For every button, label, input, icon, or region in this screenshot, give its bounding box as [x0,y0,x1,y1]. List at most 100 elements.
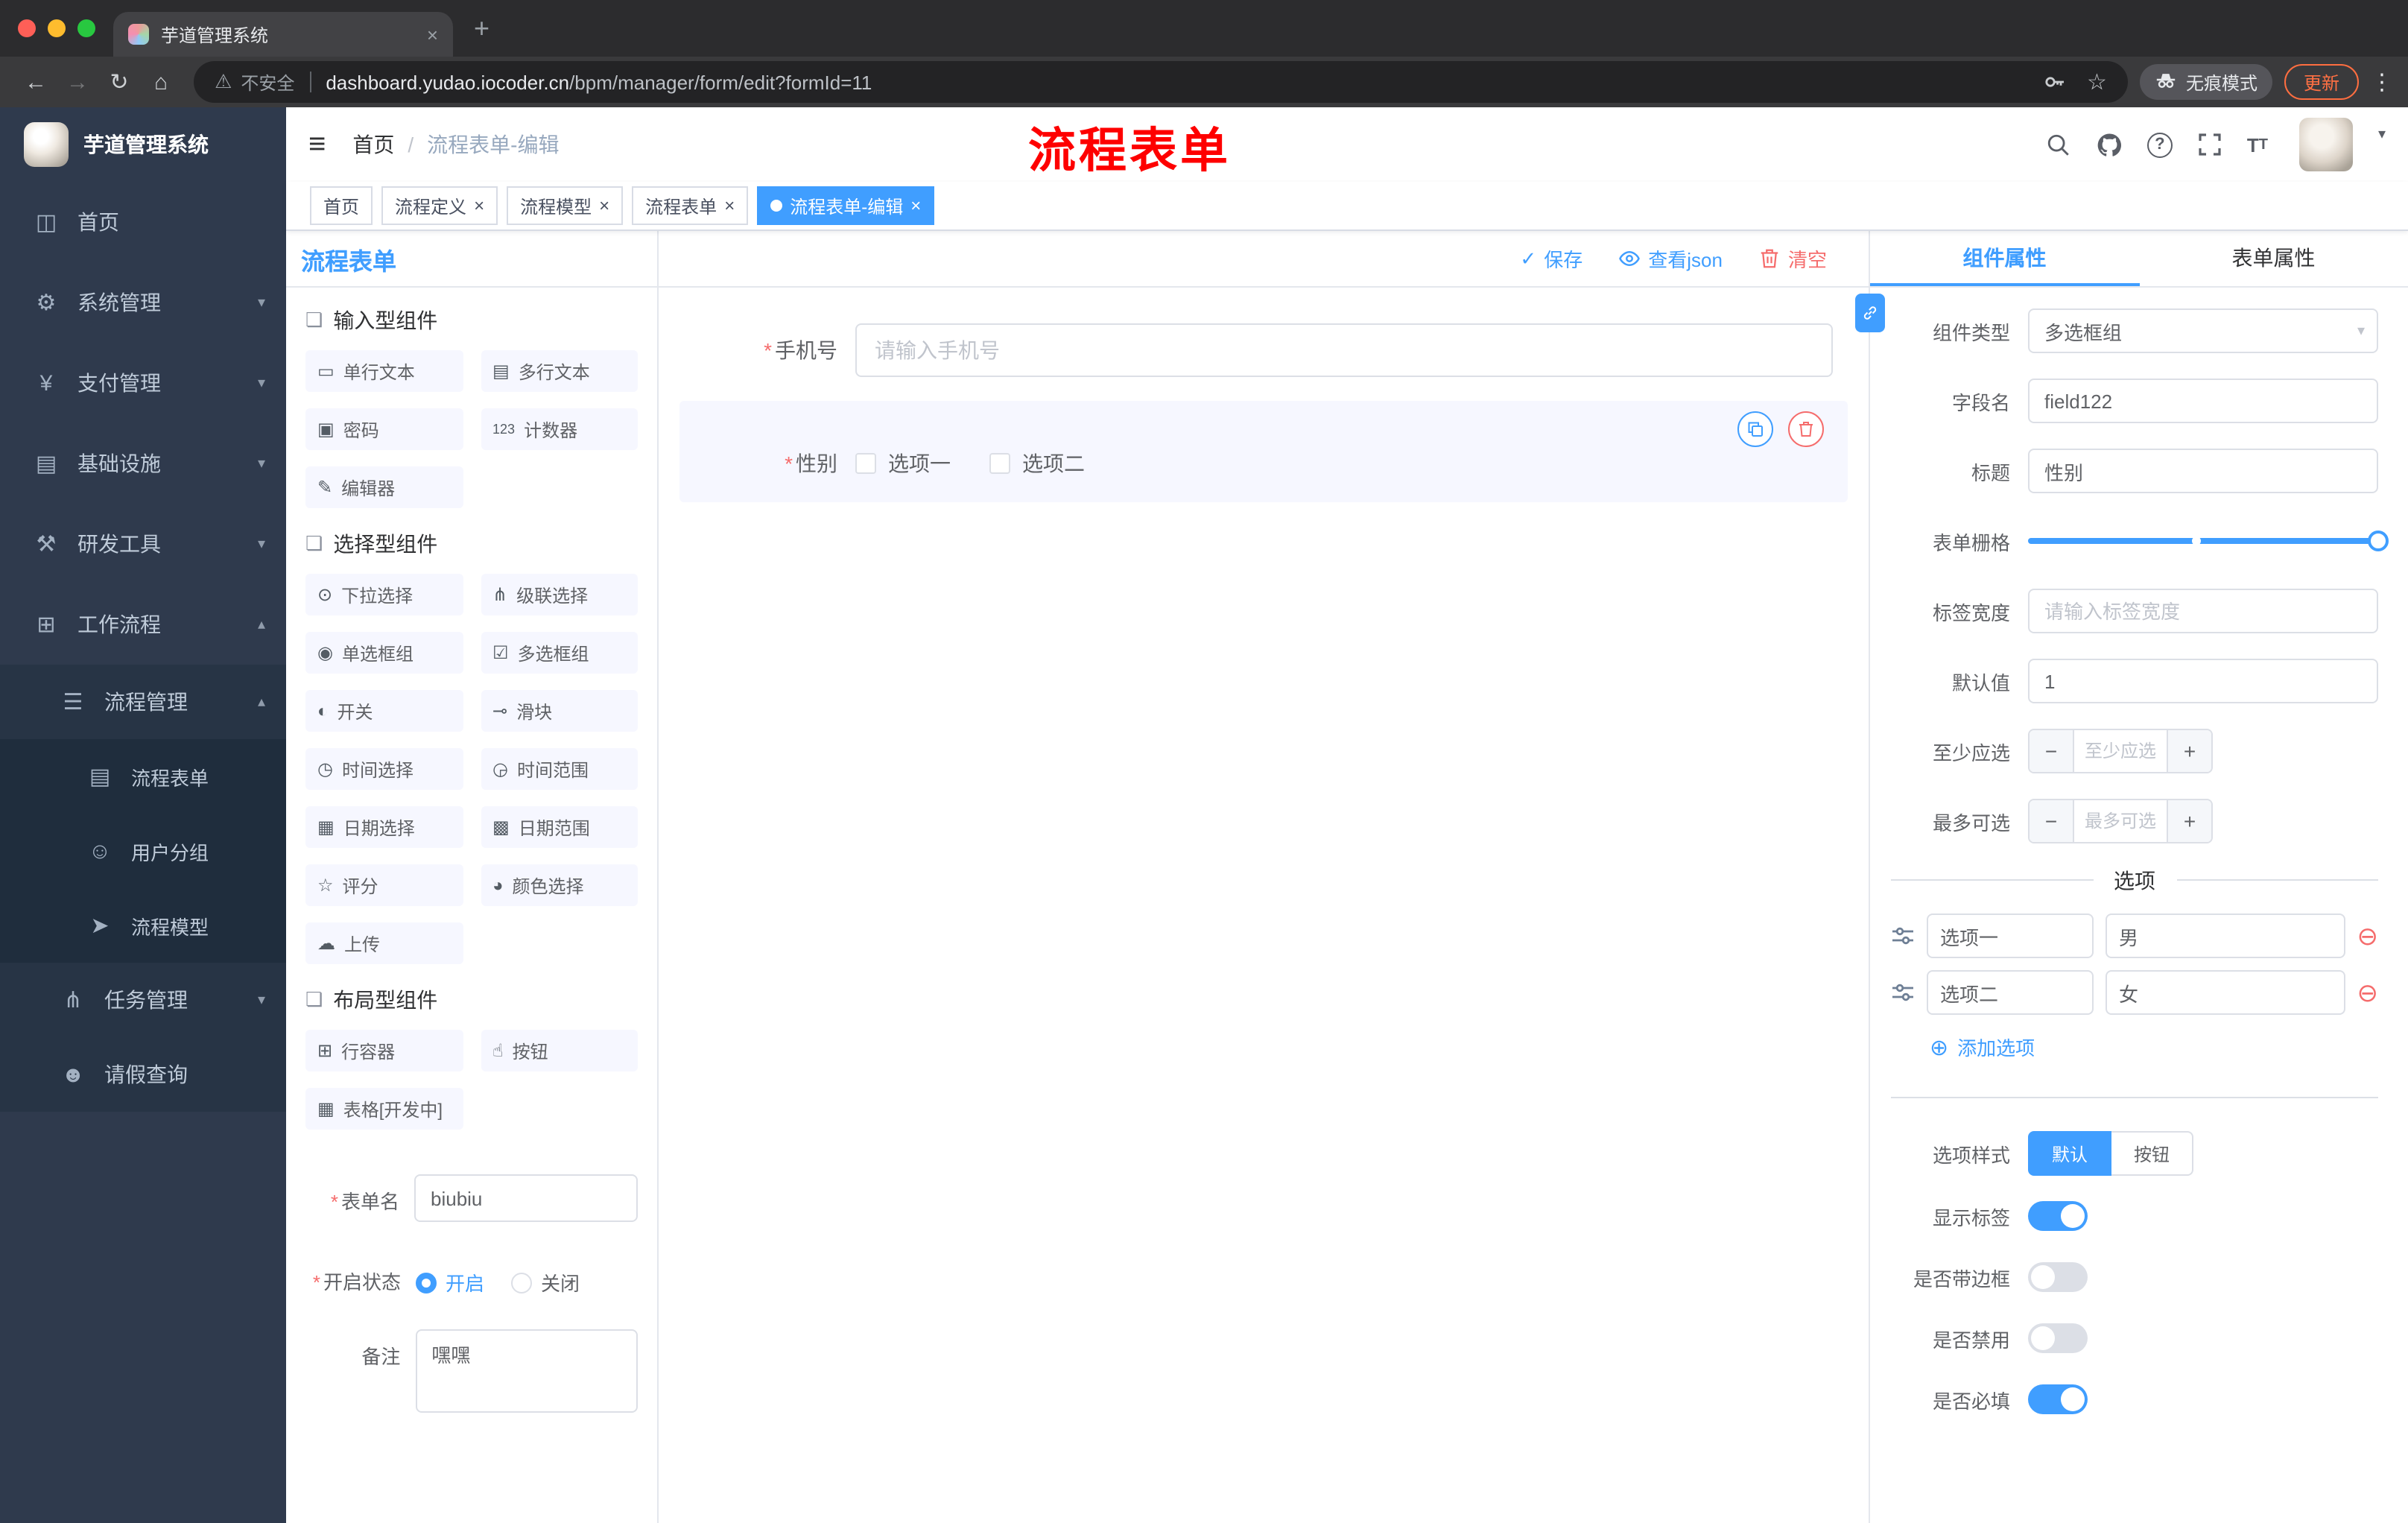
tag-close-icon[interactable]: × [724,197,735,215]
comp-color-picker[interactable]: ◕ 颜色选择 [481,864,638,906]
comp-time-picker[interactable]: ◷ 时间选择 [305,748,463,790]
remove-option-icon[interactable]: ⊖ [2357,923,2379,949]
sidebar-logo[interactable]: 芋道管理系统 [0,107,286,182]
border-switch[interactable] [2028,1262,2088,1292]
comp-time-range[interactable]: ◶ 时间范围 [481,748,638,790]
form-name-input[interactable] [414,1174,638,1222]
label-width-input[interactable] [2028,589,2378,633]
option-1-name-input[interactable] [1927,914,2094,958]
sidebar-item-user-group[interactable]: ☺ 用户分组 [0,814,286,888]
comp-date-picker[interactable]: ▦ 日期选择 [305,806,463,848]
comp-rate[interactable]: ☆ 评分 [305,864,463,906]
remove-option-icon[interactable]: ⊖ [2357,980,2379,1005]
radio-disabled[interactable]: 关闭 [511,1268,580,1296]
search-icon[interactable] [2046,132,2071,157]
tag-close-icon[interactable]: × [910,197,921,215]
browser-tab[interactable]: 芋道管理系统 × [113,12,453,57]
reload-button[interactable]: ↻ [98,61,140,103]
hamburger-icon[interactable]: ≡ [308,127,326,162]
user-avatar[interactable] [2298,118,2353,171]
component-type-select[interactable]: 多选框组 ▾ [2028,308,2378,353]
sidebar-item-process-management[interactable]: ☰ 流程管理 ▴ [0,665,286,739]
sidebar-item-home[interactable]: ◫ 首页 [0,182,286,262]
grid-slider[interactable] [2028,519,2389,563]
comp-textarea[interactable]: ▤ 多行文本 [481,350,638,392]
sidebar-item-system-management[interactable]: ⚙ 系统管理 ▾ [0,262,286,343]
add-option-button[interactable]: ⊕ 添加选项 [1930,1033,2378,1061]
tag-process-definition[interactable]: 流程定义 × [381,186,498,225]
checkbox-option-1[interactable]: 选项一 [855,449,951,478]
sidebar-item-payment-management[interactable]: ¥ 支付管理 ▾ [0,343,286,423]
default-value-input[interactable] [2028,659,2378,703]
option-1-value-input[interactable] [2106,914,2345,958]
drag-handle-icon[interactable] [1891,981,1915,1004]
drawing-board[interactable]: * 手机号 请输入手机号 * 性别 选项一 选项二 [659,288,1869,1523]
increase-button[interactable]: + [2167,730,2211,772]
save-button[interactable]: ✓ 保存 [1520,244,1582,273]
checkbox-option-2[interactable]: 选项二 [989,449,1085,478]
comp-editor[interactable]: ✎ 编辑器 [305,466,463,508]
home-button[interactable]: ⌂ [140,61,182,103]
tag-process-model[interactable]: 流程模型 × [507,186,624,225]
comp-table[interactable]: ▦ 表格[开发中] [305,1088,463,1130]
radio-enabled[interactable]: 开启 [416,1268,484,1296]
security-warning-label[interactable]: 不安全 [241,69,294,95]
back-button[interactable]: ← [15,61,57,103]
tab-close-icon[interactable]: × [427,23,438,45]
tab-form-props[interactable]: 表单属性 [2139,231,2408,286]
tag-home[interactable]: 首页 [310,186,373,225]
option-2-value-input[interactable] [2106,970,2345,1015]
comp-upload[interactable]: ☁ 上传 [305,922,463,964]
phone-input[interactable] [855,323,1833,377]
show-label-switch[interactable] [2028,1201,2088,1231]
title-input[interactable] [2028,449,2378,493]
min-select-input[interactable] [2074,730,2167,772]
comp-row-container[interactable]: ⊞ 行容器 [305,1030,463,1071]
avatar-caret-icon[interactable]: ▾ [2378,127,2386,143]
sidebar-item-infrastructure[interactable]: ▤ 基础设施 ▾ [0,423,286,504]
window-minimize-button[interactable] [48,19,66,37]
sidebar-item-process-model[interactable]: ➤ 流程模型 [0,888,286,963]
sidebar-item-task-management[interactable]: ⋔ 任务管理 ▾ [0,963,286,1037]
bookmark-star-icon[interactable]: ☆ [2087,69,2107,95]
fullscreen-icon[interactable] [2198,133,2222,156]
option-style-button-button[interactable]: 按钮 [2111,1131,2194,1176]
comp-cascader[interactable]: ⋔ 级联选择 [481,574,638,615]
tag-close-icon[interactable]: × [474,197,484,215]
breadcrumb-home[interactable]: 首页 [352,130,394,159]
comp-switch[interactable]: ◐ 开关 [305,690,463,732]
option-style-default-button[interactable]: 默认 [2028,1131,2112,1176]
form-remark-textarea[interactable]: 嘿嘿 [415,1329,638,1413]
clear-button[interactable]: 清空 [1758,244,1827,273]
forward-button[interactable]: → [57,61,98,103]
comp-select[interactable]: ⊙ 下拉选择 [305,574,463,615]
panel-link-handle[interactable] [1855,294,1885,332]
window-close-button[interactable] [18,19,36,37]
github-icon[interactable] [2097,132,2122,157]
field-name-input[interactable] [2028,379,2378,423]
option-2-name-input[interactable] [1927,970,2094,1015]
tab-component-props[interactable]: 组件属性 [1870,231,2139,286]
sidebar-item-process-form[interactable]: ▤ 流程表单 [0,739,286,814]
browser-menu-icon[interactable]: ⋮ [2371,69,2393,95]
delete-component-button[interactable] [1788,411,1824,447]
drag-handle-icon[interactable] [1891,924,1915,948]
comp-slider[interactable]: ⊸ 滑块 [481,690,638,732]
font-size-icon[interactable]: TT [2247,133,2268,156]
update-button[interactable]: 更新 [2284,64,2359,100]
comp-checkbox-group[interactable]: ☑ 多选框组 [481,632,638,674]
sidebar-item-workflow[interactable]: ⊞ 工作流程 ▴ [0,584,286,665]
comp-date-range[interactable]: ▩ 日期范围 [481,806,638,848]
help-icon[interactable]: ? [2146,132,2173,157]
sidebar-item-dev-tools[interactable]: ⚒ 研发工具 ▾ [0,504,286,584]
required-switch[interactable] [2028,1384,2088,1414]
tag-process-form[interactable]: 流程表单 × [632,186,749,225]
new-tab-button[interactable]: + [474,15,489,42]
sidebar-item-leave-query[interactable]: ☻ 请假查询 [0,1037,286,1112]
window-zoom-button[interactable] [77,19,95,37]
canvas-field-gender-selected[interactable]: * 性别 选项一 选项二 [679,401,1848,502]
decrease-button[interactable]: − [2030,800,2074,842]
disabled-switch[interactable] [2028,1323,2088,1353]
tag-close-icon[interactable]: × [599,197,609,215]
view-json-button[interactable]: 查看json [1618,244,1723,273]
